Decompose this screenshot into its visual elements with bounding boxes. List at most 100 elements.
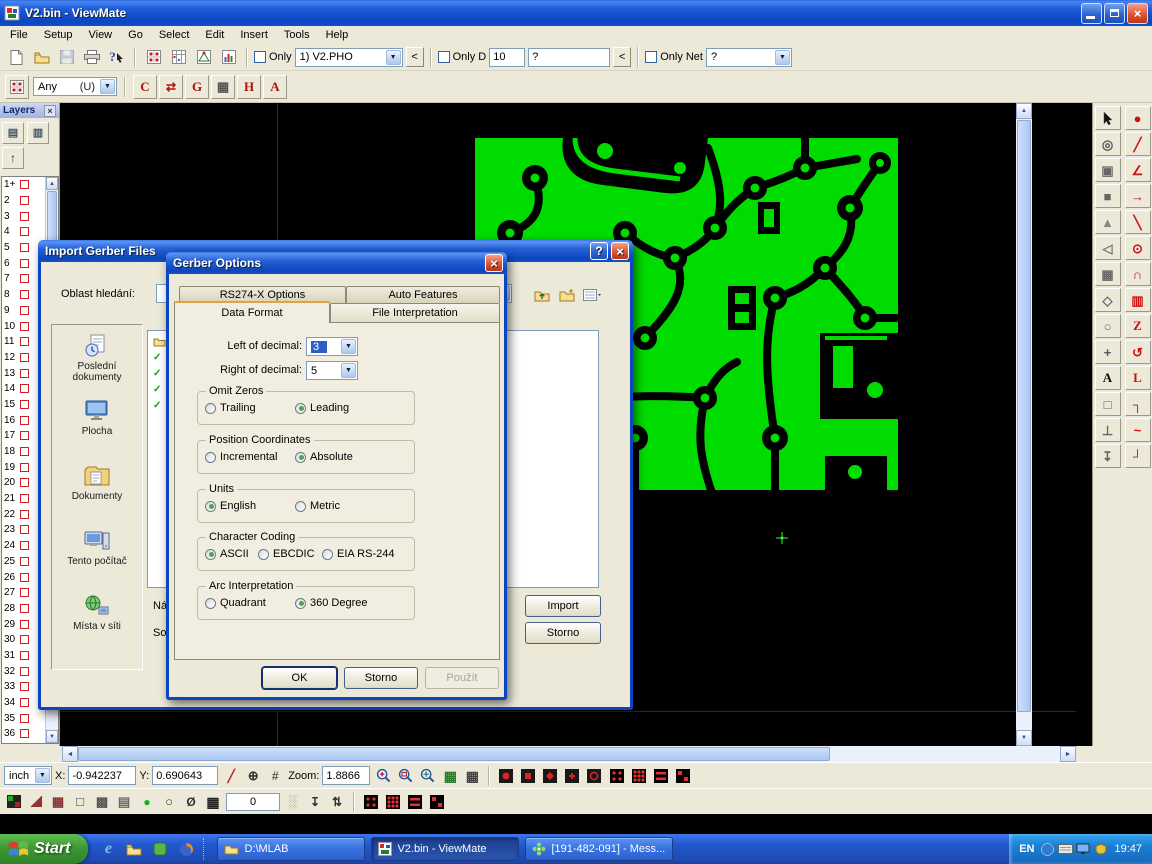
layer-color-box[interactable] [20,714,29,723]
letter-h-icon[interactable]: H [237,75,261,99]
zoom-input[interactable] [322,766,370,785]
new-folder-icon[interactable] [555,284,578,306]
layer-color-box[interactable] [20,243,29,252]
tab-data-format[interactable]: Data Format [174,301,330,323]
net-highlight-icon[interactable] [192,46,215,68]
vertical-scrollbar[interactable] [1016,103,1032,746]
layer-color-box[interactable] [20,400,29,409]
layer-color-box[interactable] [20,604,29,613]
layer-up-icon[interactable]: ↑ [2,147,24,169]
file-row[interactable] [153,350,161,364]
cell-grid-icon[interactable]: ▤ [114,792,134,812]
new-file-icon[interactable] [5,46,28,68]
tray-display-icon[interactable] [1075,841,1091,857]
pad-red-4-icon[interactable] [673,766,693,786]
letter-g-icon[interactable]: G [185,75,209,99]
grid-hash-icon[interactable]: # [265,766,285,786]
layer-color-box[interactable] [20,447,29,456]
pad-shape-1-icon[interactable] [496,766,516,786]
layer-color-box[interactable] [20,212,29,221]
view-grid-icon[interactable]: ▦ [203,792,223,812]
ok-button[interactable]: OK [262,667,337,689]
layer-select[interactable]: 1) V2.PHO [295,48,403,67]
layer-color-box[interactable] [20,525,29,534]
dropdown-arrow-icon[interactable] [775,50,790,65]
arc-draw-icon[interactable]: ∩ [1125,262,1151,286]
layer-color-box[interactable] [20,322,29,331]
layer-color-box[interactable] [20,384,29,393]
scroll-track[interactable] [830,746,1060,762]
layer-color-box[interactable] [20,353,29,362]
layer-color-box[interactable] [20,463,29,472]
perp-tool-icon[interactable]: ⊥ [1095,418,1121,442]
mirror-flip-icon[interactable] [26,792,46,812]
slash-draw-icon[interactable]: ╲ [1125,210,1151,234]
import-cancel-button[interactable]: Storno [525,622,601,644]
letter-l-tool-icon[interactable]: L [1125,366,1151,390]
layer-color-box[interactable] [20,274,29,283]
file-row[interactable] [153,366,161,380]
tri-left-icon[interactable]: ◁ [1095,236,1121,260]
hook-tool-icon[interactable]: ┘ [1125,444,1151,468]
place-network-places[interactable]: Místa v síti [52,593,142,658]
layer-row-4[interactable]: 4 [2,224,45,240]
firefox-quick-icon[interactable] [174,836,198,862]
swap-vert-icon[interactable]: ⇅ [327,792,347,812]
prev-layer-button[interactable]: < [406,47,424,67]
only-net-checkbox[interactable] [645,51,657,63]
rect-tool-icon[interactable]: □ [1095,392,1121,416]
folder-up-icon[interactable] [530,284,553,306]
pad-shape-2-icon[interactable] [518,766,538,786]
net-select[interactable]: ? [706,48,792,67]
folder-quick-icon[interactable] [122,836,146,862]
menu-item-tools[interactable]: Tools [276,28,318,42]
layer-color-box[interactable] [20,369,29,378]
scroll-left-icon[interactable] [62,746,78,762]
file-row[interactable] [153,382,161,396]
tray-keyboard-icon[interactable] [1057,841,1073,857]
grid-dark-icon[interactable]: ▦ [462,766,482,786]
language-indicator[interactable]: EN [1019,843,1034,855]
layer-color-box[interactable] [20,635,29,644]
scroll-track[interactable] [1016,713,1032,730]
window-titlebar[interactable]: V2.bin - ViewMate [0,0,1152,26]
circle-target-icon[interactable]: ⊙ [1125,236,1151,260]
layer-color-box[interactable] [20,729,29,738]
layer-color-box[interactable] [20,290,29,299]
gerber-cancel-button[interactable]: Storno [344,667,418,689]
layer-color-box[interactable] [20,196,29,205]
scroll-down-icon[interactable] [1016,730,1032,746]
scroll-right-icon[interactable] [1060,746,1076,762]
tri-up-icon[interactable]: ▲ [1095,210,1121,234]
film-frame-icon[interactable] [4,792,24,812]
help-pointer-icon[interactable]: ? [105,46,128,68]
menu-item-setup[interactable]: Setup [36,28,81,42]
zap-tool-icon[interactable]: Z [1125,314,1151,338]
layer-color-box[interactable] [20,667,29,676]
place-recent-documents[interactable]: Poslední dokumenty [52,333,142,398]
origin-target-icon[interactable]: ⊕ [243,766,263,786]
layer-color-box[interactable] [20,180,29,189]
prev-dcode-button[interactable]: < [613,47,631,67]
pad-flash-icon[interactable]: ● [1125,106,1151,130]
menu-item-help[interactable]: Help [318,28,357,42]
clock[interactable]: 19:47 [1114,843,1142,855]
layer-color-box[interactable] [20,494,29,503]
place-desktop[interactable]: Plocha [52,398,142,463]
horizontal-scrollbar[interactable] [62,746,1076,762]
menu-item-view[interactable]: View [80,28,120,42]
metric-radio[interactable]: Metric [295,500,340,512]
layer-grid-b-icon[interactable]: ▥ [27,122,49,144]
wave-tool-icon[interactable]: ~ [1125,418,1151,442]
incremental-radio[interactable]: Incremental [205,451,277,463]
minimize-button[interactable] [1081,3,1102,24]
scroll-thumb[interactable] [1017,120,1031,712]
zoom-window-icon[interactable] [395,766,415,786]
layer-color-box[interactable] [20,416,29,425]
layer-color-box[interactable] [20,541,29,550]
scroll-up-icon[interactable] [46,177,58,190]
save-disk-icon[interactable] [55,46,78,68]
view-menu-icon[interactable] [580,284,603,306]
pad-shape-5-icon[interactable] [584,766,604,786]
pad-shape-4-icon[interactable] [562,766,582,786]
